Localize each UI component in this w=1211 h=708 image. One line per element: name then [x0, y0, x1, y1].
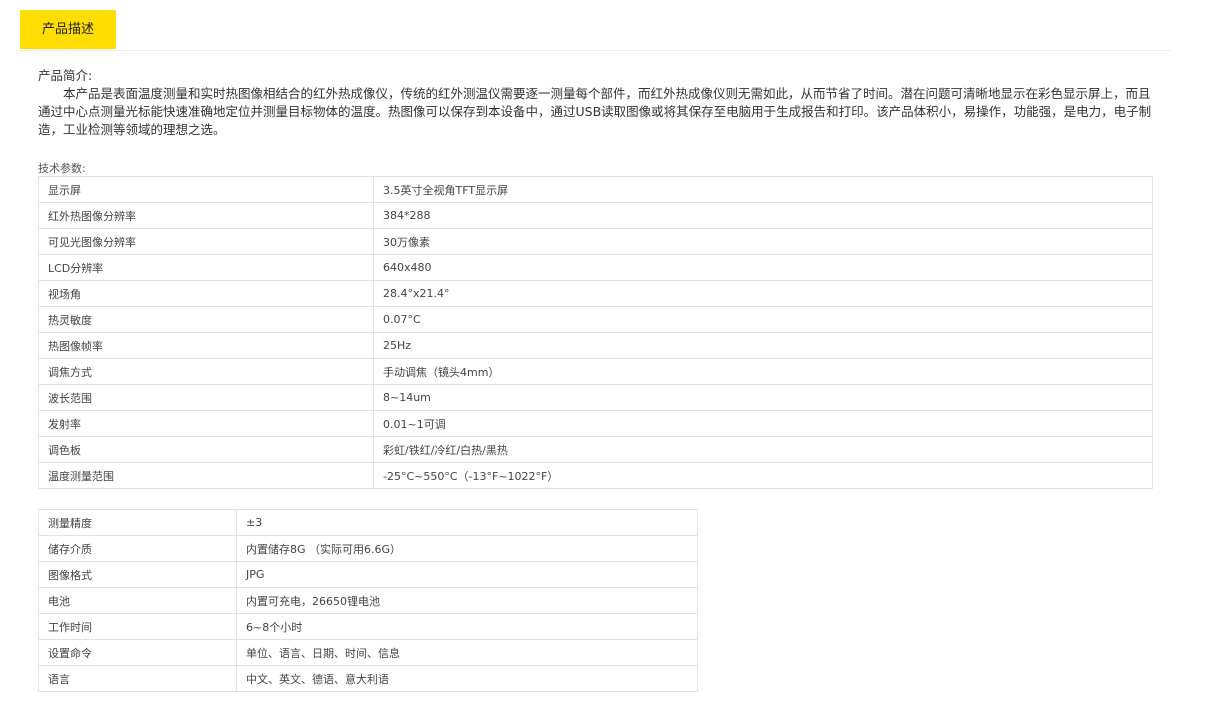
spec-value: 30万像素 [373, 228, 1153, 255]
table-row: 测量精度 ±3 [38, 509, 698, 536]
table-row: 波长范围 8~14um [38, 384, 1153, 411]
spec-value: 0.07°C [373, 306, 1153, 333]
table-row: 可见光图像分辨率 30万像素 [38, 228, 1153, 255]
spec-key: 热灵敏度 [38, 306, 374, 333]
table-row: 视场角 28.4°x21.4° [38, 280, 1153, 307]
spec-value: 6~8个小时 [236, 613, 698, 640]
specs-label: 技术参数: [38, 162, 86, 175]
spec-key: 视场角 [38, 280, 374, 307]
intro-body: 本产品是表面温度测量和实时热图像相结合的红外热成像仪，传统的红外测温仪需要逐一测… [38, 86, 1152, 137]
table-row: 温度测量范围 -25°C~550°C（-13°F~1022°F） [38, 462, 1153, 489]
spec-key: 电池 [38, 587, 237, 614]
spec-key: 设置命令 [38, 639, 237, 666]
spec-key: 储存介质 [38, 535, 237, 562]
table-row: 电池 内置可充电，26650锂电池 [38, 587, 698, 614]
spec-value: 640x480 [373, 254, 1153, 281]
spec-key: 红外热图像分辨率 [38, 202, 374, 229]
spec-value: 28.4°x21.4° [373, 280, 1153, 307]
spec-value: 内置可充电，26650锂电池 [236, 587, 698, 614]
specs-table-secondary: 测量精度 ±3 储存介质 内置储存8G （实际可用6.6G） 图像格式 JPG 电池内… [38, 509, 698, 692]
spec-key: 波长范围 [38, 384, 374, 411]
table-row: 显示屏 3.5英寸全视角TFT显示屏 [38, 176, 1153, 203]
spec-value: 0.01~1可调 [373, 410, 1153, 437]
spec-value: 手动调焦（镜头4mm） [373, 358, 1153, 385]
spec-value: ±3 [236, 509, 698, 536]
spec-key: 显示屏 [38, 176, 374, 203]
table-row: 图像格式 JPG [38, 561, 698, 588]
table-row: 红外热图像分辨率 384*288 [38, 202, 1153, 229]
spec-value: 单位、语言、日期、时间、信息 [236, 639, 698, 666]
spec-value: 彩虹/铁红/冷红/白热/黑热 [373, 436, 1153, 463]
spec-value: 中文、英文、德语、意大利语 [236, 665, 698, 692]
table-row: 调焦方式 手动调焦（镜头4mm） [38, 358, 1153, 385]
spec-key: 调色板 [38, 436, 374, 463]
spec-key: 发射率 [38, 410, 374, 437]
table-row: 语言 中文、英文、德语、意大利语 [38, 665, 698, 692]
table-row: 工作时间 6~8个小时 [38, 613, 698, 640]
table-row: LCD分辨率 640x480 [38, 254, 1153, 281]
spec-value: 3.5英寸全视角TFT显示屏 [373, 176, 1153, 203]
product-intro: 产品简介: 本产品是表面温度测量和实时热图像相结合的红外热成像仪，传统的红外测温… [38, 67, 1158, 139]
spec-key: 可见光图像分辨率 [38, 228, 374, 255]
tab-product-description[interactable]: 产品描述 [20, 10, 116, 49]
spec-value: 8~14um [373, 384, 1153, 411]
spec-key: LCD分辨率 [38, 254, 374, 281]
spec-key: 调焦方式 [38, 358, 374, 385]
spec-value: -25°C~550°C（-13°F~1022°F） [373, 462, 1153, 489]
spec-key: 热图像帧率 [38, 332, 374, 359]
table-row: 设置命令 单位、语言、日期、时间、信息 [38, 639, 698, 666]
spec-key: 图像格式 [38, 561, 237, 588]
spec-value: 内置储存8G （实际可用6.6G） [236, 535, 698, 562]
spec-key: 温度测量范围 [38, 462, 374, 489]
spec-key: 测量精度 [38, 509, 237, 536]
spec-key: 工作时间 [38, 613, 237, 640]
table-row: 发射率 0.01~1可调 [38, 410, 1153, 437]
spec-value: JPG [236, 561, 698, 588]
specs-table-main: 显示屏 3.5英寸全视角TFT显示屏 红外热图像分辨率 384*288 可见光图像分… [38, 176, 1153, 489]
spec-value: 25Hz [373, 332, 1153, 359]
tab-bar: 产品描述 [20, 10, 1171, 51]
spec-value: 384*288 [373, 202, 1153, 229]
table-row: 热图像帧率 25Hz [38, 332, 1153, 359]
table-row: 储存介质 内置储存8G （实际可用6.6G） [38, 535, 698, 562]
table-row: 热灵敏度 0.07°C [38, 306, 1153, 333]
table-row: 调色板 彩虹/铁红/冷红/白热/黑热 [38, 436, 1153, 463]
spec-key: 语言 [38, 665, 237, 692]
intro-heading: 产品简介: [38, 68, 93, 83]
